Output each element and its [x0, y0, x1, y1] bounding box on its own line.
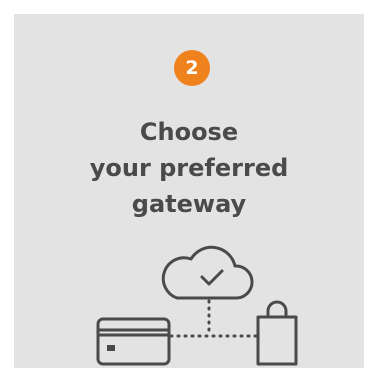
- credit-card-icon: [96, 317, 171, 366]
- shopping-bag-icon: [256, 300, 298, 366]
- connector-lines: [169, 299, 258, 338]
- card-chip: [107, 345, 115, 351]
- gateway-illustration: [96, 245, 298, 366]
- cloud-check-icon: [161, 245, 254, 300]
- gateway-step-card: 2 Choose your preferred gateway: [14, 14, 364, 368]
